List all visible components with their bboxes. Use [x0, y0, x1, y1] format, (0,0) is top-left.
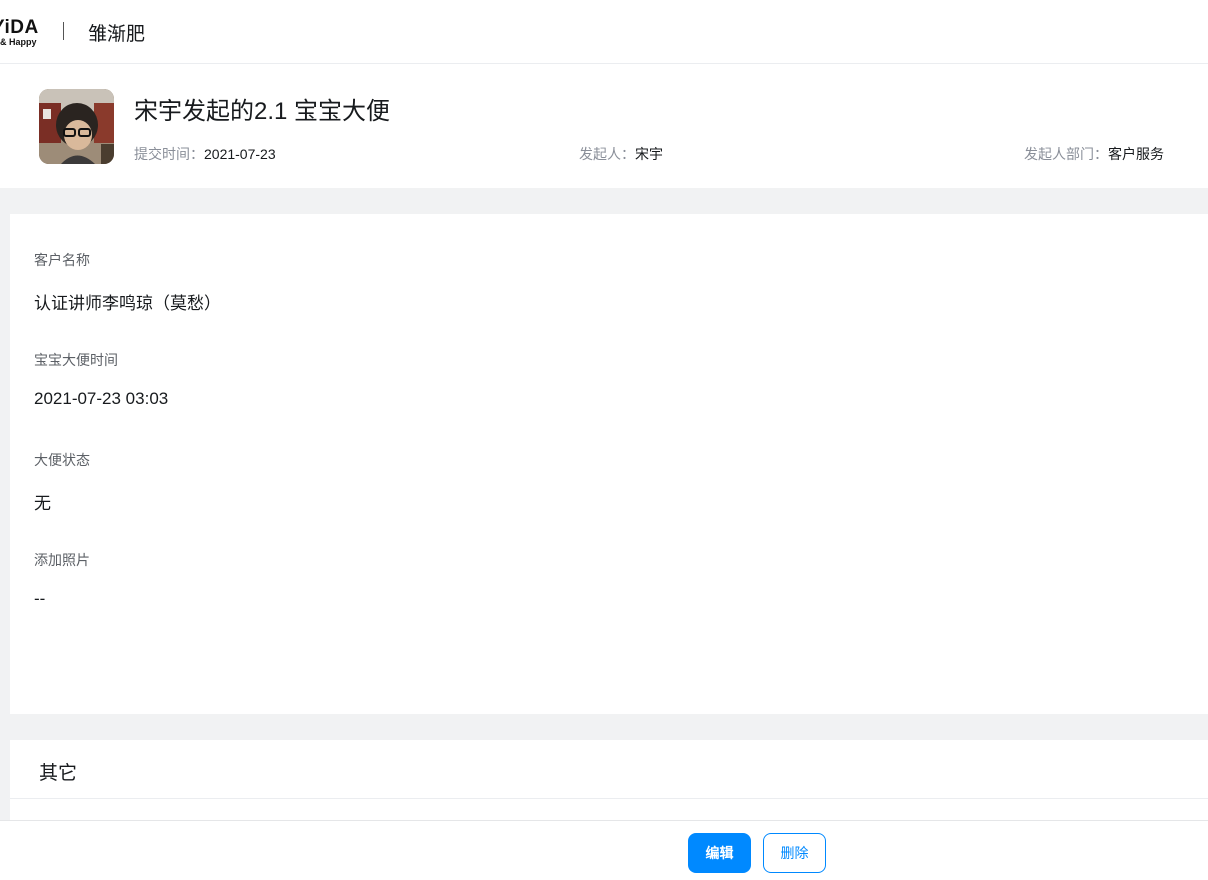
initiator: 发起人：宋宇: [579, 144, 663, 164]
other-section-title: 其它: [39, 763, 78, 784]
submit-time-value: 2021-07-23: [204, 146, 276, 162]
department-value: 客户服务: [1108, 146, 1164, 162]
topbar-divider: [63, 22, 64, 40]
action-footer: 编辑 删除: [0, 820, 1208, 880]
delete-button[interactable]: 删除: [763, 833, 826, 873]
process-header: 宋宇发起的2.1 宝宝大便 提交时间：2021-07-23 发起人：宋宇 发起人…: [0, 64, 1208, 188]
field-label-customer-name: 客户名称: [34, 252, 90, 268]
field-value-customer-name: 认证讲师李鸣琼（莫愁）: [34, 294, 221, 313]
initiator-label: 发起人：: [579, 146, 635, 162]
top-bar: YiDA & Happy 雏渐肥: [0, 0, 1208, 64]
field-value-add-photo: --: [34, 589, 46, 608]
logo-subtext: & Happy: [0, 37, 37, 47]
department-label: 发起人部门：: [1024, 146, 1108, 162]
other-section-divider: [10, 798, 1208, 799]
page-title: 宋宇发起的2.1 宝宝大便: [134, 98, 391, 125]
field-label-poop-time: 宝宝大便时间: [34, 352, 118, 368]
form-details: 客户名称 认证讲师李鸣琼（莫愁） 宝宝大便时间 2021-07-23 03:03…: [10, 214, 1208, 714]
submit-time: 提交时间：2021-07-23: [134, 144, 276, 164]
submit-time-label: 提交时间：: [134, 146, 204, 162]
yida-logo[interactable]: YiDA & Happy: [0, 18, 39, 47]
app-name[interactable]: 雏渐肥: [88, 19, 145, 46]
field-label-add-photo: 添加照片: [34, 552, 90, 568]
avatar: [39, 89, 114, 164]
avatar-photo: [39, 89, 114, 164]
field-value-poop-time: 2021-07-23 03:03: [34, 389, 169, 408]
initiator-value: 宋宇: [635, 146, 663, 162]
edit-button[interactable]: 编辑: [688, 833, 751, 873]
field-value-poop-status: 无: [34, 494, 51, 513]
department: 发起人部门：客户服务: [1024, 144, 1164, 164]
logo-text: YiDA: [0, 17, 39, 38]
field-label-poop-status: 大便状态: [34, 452, 90, 468]
